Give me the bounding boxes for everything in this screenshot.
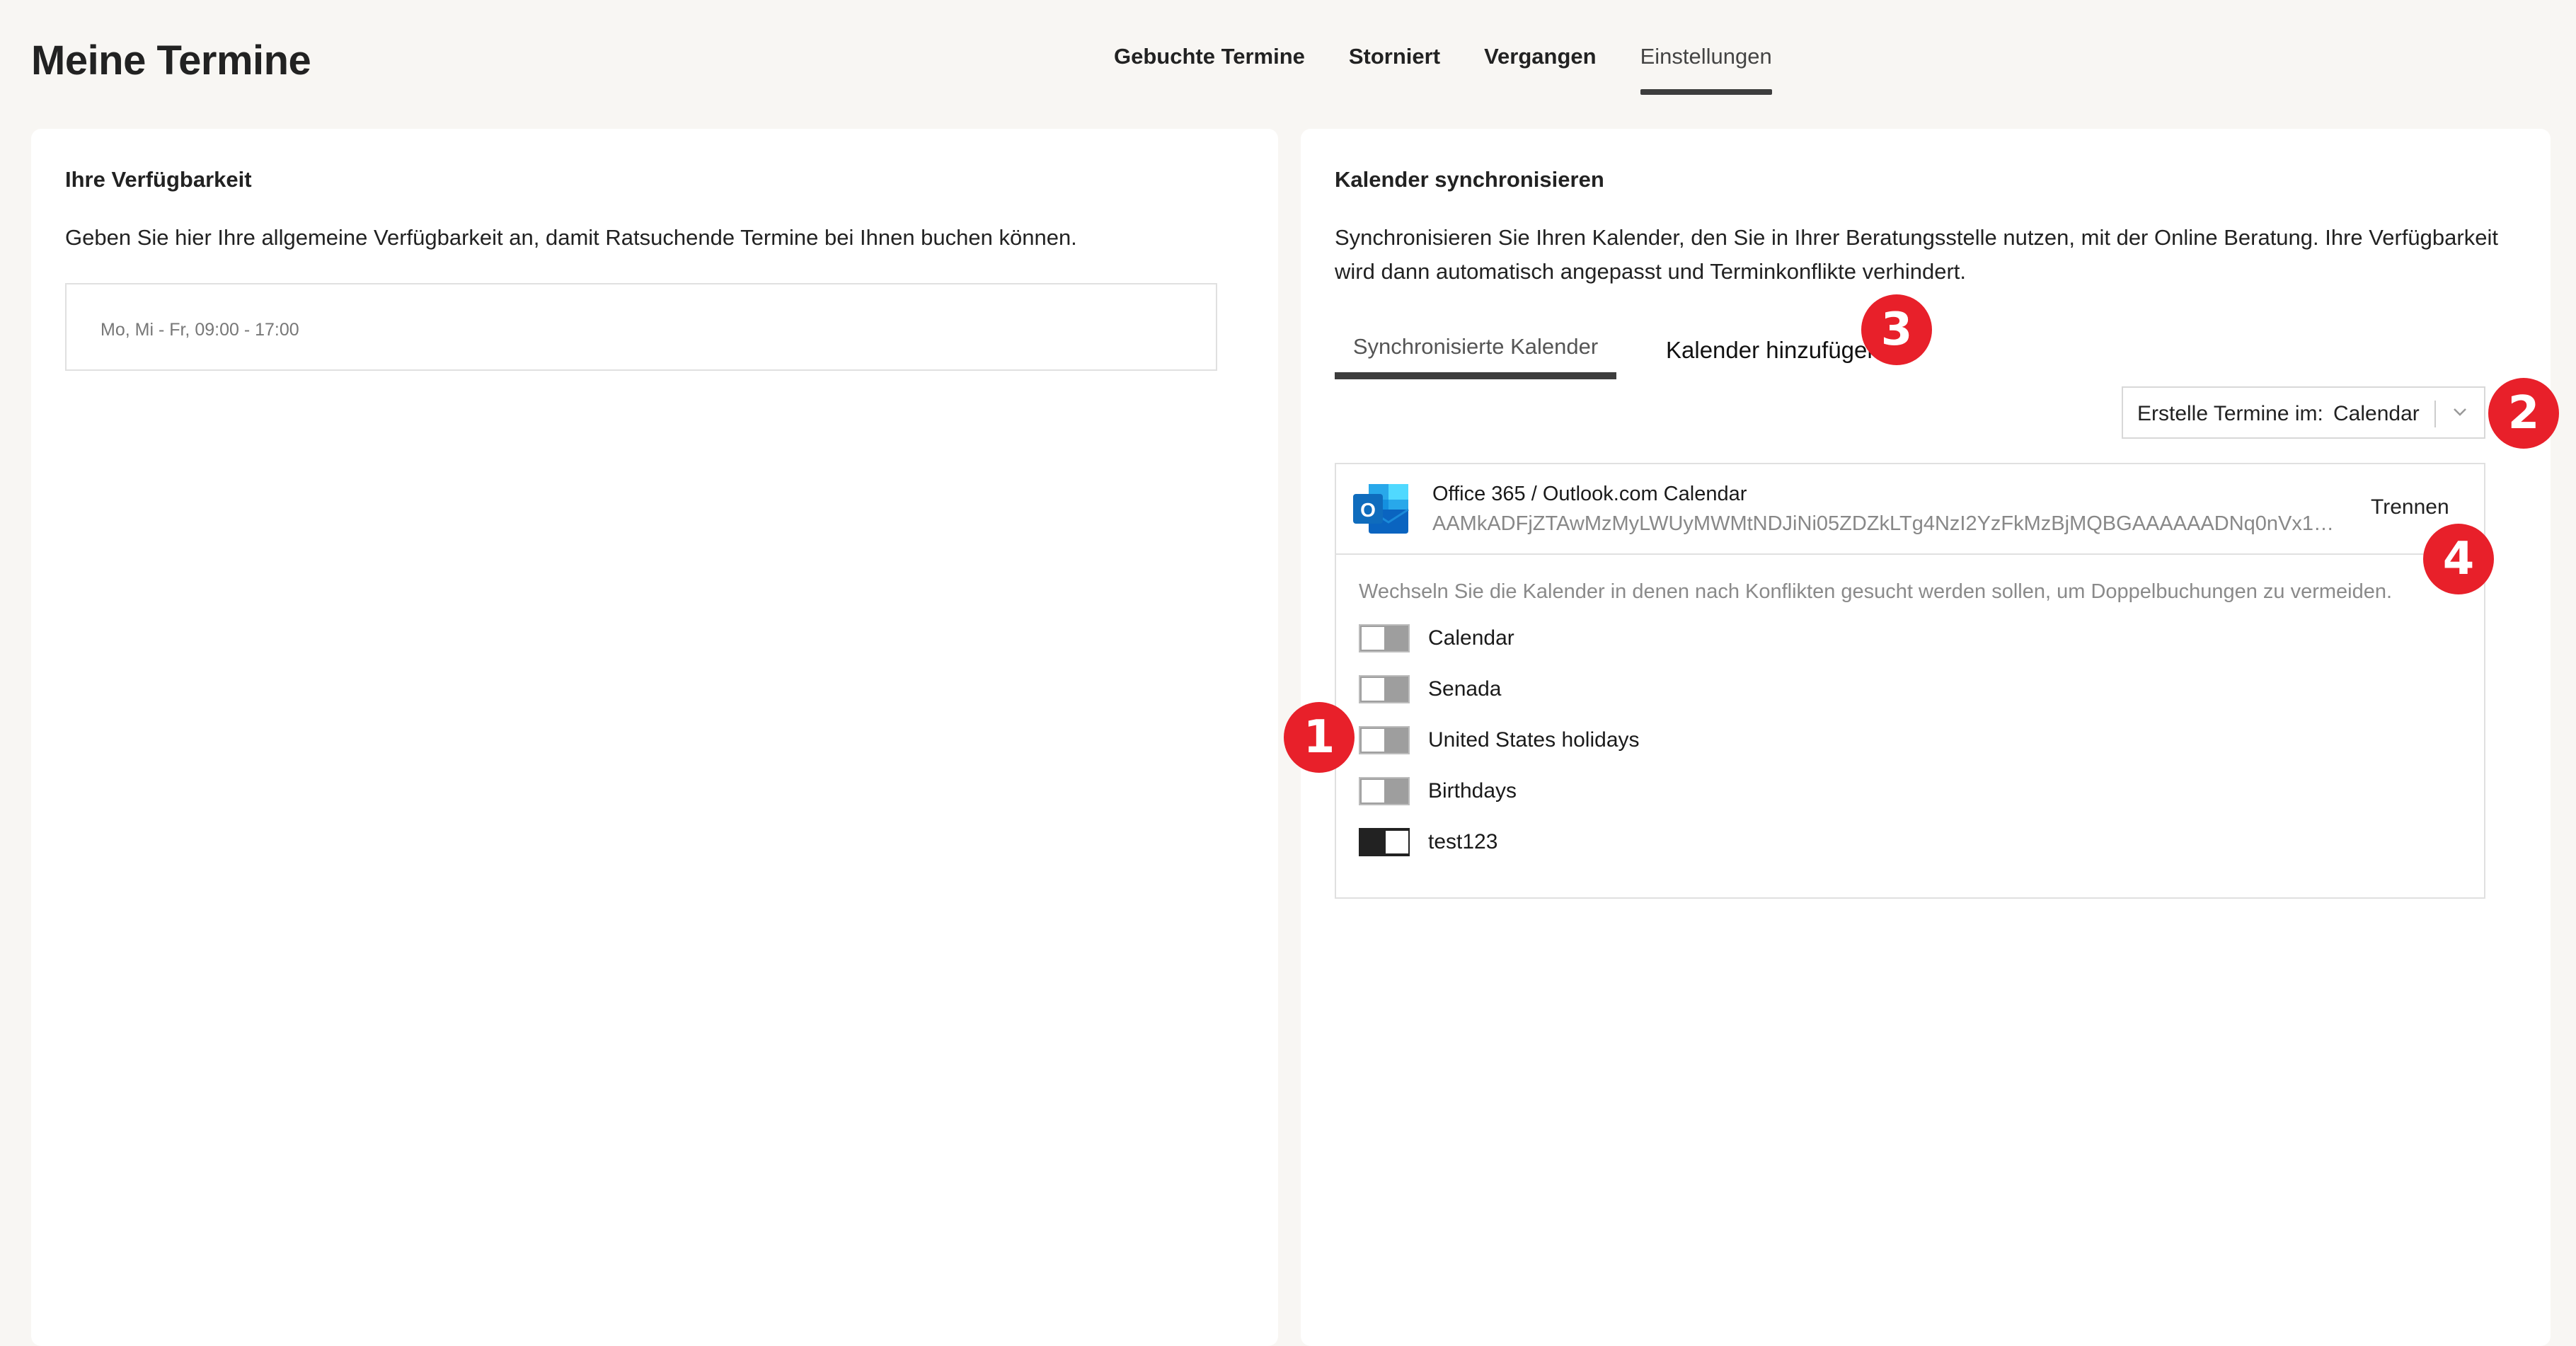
availability-card: Ihre Verfügbarkeit Geben Sie hier Ihre a…: [31, 129, 1278, 1346]
annotation-badge-1: 1: [1284, 702, 1355, 773]
nav-tab-booked[interactable]: Gebuchte Termine: [1114, 44, 1305, 98]
calendar-toggle-label: Calendar: [1428, 626, 1514, 650]
availability-field[interactable]: Mo, Mi - Fr, 09:00 - 17:00: [65, 283, 1217, 371]
outlook-icon: O: [1353, 484, 1409, 534]
calendar-toggle-row[interactable]: United States holidays: [1359, 726, 1640, 754]
top-nav: Gebuchte Termine Storniert Vergangen Ein…: [1114, 44, 1772, 98]
account-id: AAMkADFjZTAwMzMyLWUyMWMtNDJiNi05ZDZkLTg4…: [1432, 512, 2345, 535]
chevron-down-icon: [2454, 408, 2466, 416]
annotation-badge-3: 3: [1861, 294, 1932, 365]
disconnect-button[interactable]: Trennen: [2371, 495, 2449, 519]
page-title: Meine Termine: [31, 38, 311, 84]
availability-heading: Ihre Verfügbarkeit: [65, 167, 252, 192]
connected-account: O Office 365 / Outlook.com Calendar AAMk…: [1335, 463, 2485, 899]
calendar-toggle[interactable]: [1359, 777, 1410, 805]
calendar-toggle-label: Birthdays: [1428, 779, 1517, 803]
header: Meine Termine Gebuchte Termine Storniert…: [0, 0, 2576, 127]
calendar-toggle-label: Senada: [1428, 677, 1502, 701]
availability-value: Mo, Mi - Fr, 09:00 - 17:00: [100, 320, 299, 340]
annotation-badge-4: 4: [2423, 524, 2494, 594]
calendar-toggle-label: United States holidays: [1428, 728, 1640, 752]
account-header: O Office 365 / Outlook.com Calendar AAMk…: [1336, 464, 2484, 555]
annotation-badge-2: 2: [2488, 378, 2559, 449]
calendar-toggle[interactable]: [1359, 675, 1410, 703]
calendar-toggle-row[interactable]: Senada: [1359, 675, 1501, 703]
conflict-hint: Wechseln Sie die Kalender in denen nach …: [1359, 580, 2393, 603]
calendar-toggle[interactable]: [1359, 828, 1410, 856]
nav-tab-cancelled[interactable]: Storniert: [1349, 44, 1440, 98]
select-divider: [2434, 401, 2436, 427]
create-in-calendar-select[interactable]: Erstelle Termine im: Calendar: [2122, 386, 2485, 439]
sync-heading: Kalender synchronisieren: [1335, 167, 1604, 192]
calendar-toggle[interactable]: [1359, 726, 1410, 754]
create-in-value: Calendar: [2333, 402, 2420, 425]
svg-text:O: O: [1360, 499, 1376, 521]
calendar-toggle-row[interactable]: Birthdays: [1359, 777, 1517, 805]
account-name: Office 365 / Outlook.com Calendar: [1432, 483, 1747, 505]
sync-description: Synchronisieren Sie Ihren Kalender, den …: [1335, 225, 2498, 284]
create-in-label: Erstelle Termine im:: [2137, 402, 2323, 425]
calendar-toggle-row[interactable]: test123: [1359, 828, 1497, 856]
calendar-toggle[interactable]: [1359, 624, 1410, 652]
tab-synced-calendars[interactable]: Synchronisierte Kalender: [1335, 328, 1616, 379]
calendar-toggle-row[interactable]: Calendar: [1359, 624, 1514, 652]
nav-tab-settings[interactable]: Einstellungen: [1640, 44, 1772, 98]
calendar-toggle-label: test123: [1428, 830, 1498, 853]
nav-tab-past[interactable]: Vergangen: [1484, 44, 1597, 98]
availability-description: Geben Sie hier Ihre allgemeine Verfügbar…: [65, 225, 1077, 250]
